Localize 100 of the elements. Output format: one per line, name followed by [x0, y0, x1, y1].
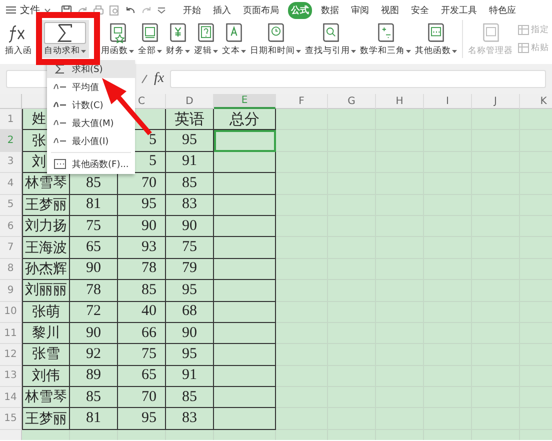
table-cell: 王梦丽 [22, 194, 70, 216]
ribbon-tab[interactable]: 视图 [378, 2, 402, 18]
table-cell: 66 [118, 322, 166, 344]
table-cell [214, 258, 276, 280]
table-cell: 93 [118, 237, 166, 259]
table-cell: 81 [70, 408, 118, 430]
table-cell [276, 173, 328, 195]
table-cell [214, 366, 276, 388]
column-header[interactable]: K [520, 94, 552, 109]
column-header[interactable]: J [472, 94, 520, 109]
ribbon-tab[interactable]: 开始 [180, 2, 204, 18]
ribbon-tab[interactable]: 开发工具 [438, 2, 480, 18]
active-cell[interactable] [214, 130, 276, 152]
table-cell: 王海波 [22, 237, 70, 259]
table-cell [214, 322, 276, 344]
column-header[interactable]: D [166, 94, 214, 109]
sigma-icon [55, 22, 75, 44]
table-cell: 总分 [214, 109, 276, 130]
table-cell: 95 [166, 130, 214, 152]
ribbon-button[interactable]: 文本 [221, 20, 247, 58]
table-cell: 91 [166, 366, 214, 388]
table-cell [376, 109, 424, 130]
table-cell [276, 152, 328, 174]
ribbon-button[interactable]: 自动求和 [41, 20, 89, 58]
table-cell: 95 [166, 280, 214, 302]
table-cell: 孙杰辉 [22, 258, 70, 280]
function-symbol-icon [53, 119, 67, 127]
table-cell [328, 109, 376, 130]
table-cell: 英语 [166, 109, 214, 130]
ribbon-tab[interactable]: 页面布局 [240, 2, 282, 18]
table-cell [214, 344, 276, 366]
sigma-icon [55, 64, 65, 74]
table-cell: 83 [166, 194, 214, 216]
table-cell: 刘伟 [22, 366, 70, 388]
ribbon-button[interactable]: 日期和时间 [249, 20, 302, 58]
table-cell [276, 194, 328, 216]
table-cell: 刘力扬 [22, 216, 70, 238]
table-cell: 95 [118, 408, 166, 430]
undo-icon[interactable] [125, 4, 136, 16]
table-cell: 72 [70, 302, 118, 323]
print-icon[interactable] [93, 4, 104, 16]
ribbon-tab[interactable]: 特色应 [486, 2, 519, 18]
ribbon-button[interactable]: 其他函数 [414, 20, 458, 58]
table-cell: 85 [166, 387, 214, 408]
function-symbol-icon [53, 137, 67, 145]
table-cell: 81 [70, 194, 118, 216]
table-cell: 75 [166, 237, 214, 259]
column-header[interactable]: F [276, 94, 328, 109]
cancel-icon[interactable] [140, 74, 148, 84]
table-cell [276, 237, 328, 259]
table-cell: 78 [118, 258, 166, 280]
paste-icon [518, 43, 529, 53]
ribbon-tab[interactable]: 数据 [318, 2, 342, 18]
table-cell: 79 [166, 258, 214, 280]
ribbon-button[interactable]: 全部 [137, 20, 163, 58]
table-cell: 90 [166, 216, 214, 238]
table-cell [424, 109, 472, 130]
table-cell [276, 387, 328, 408]
table-cell [214, 408, 276, 430]
table-icon [518, 25, 529, 35]
more-icon[interactable] [157, 4, 166, 16]
table-cell: 78 [70, 280, 118, 302]
column-header[interactable]: I [424, 94, 472, 109]
menu-icon[interactable] [6, 6, 16, 14]
caret-icon [44, 8, 51, 12]
menu-item[interactable]: 平均值 [47, 78, 105, 96]
formula-field[interactable] [170, 70, 546, 88]
table-cell [276, 366, 328, 388]
table-cell: 85 [70, 387, 118, 408]
table-cell: 75 [118, 344, 166, 366]
column-header[interactable]: H [376, 94, 424, 109]
ribbon-button[interactable]: 数学和三角 [359, 20, 412, 58]
table-cell [276, 109, 328, 130]
ribbon-button[interactable]: 查找与引用 [304, 20, 357, 58]
table-cell: 张萌 [22, 302, 70, 323]
table-cell: 65 [118, 366, 166, 388]
function-list-icon [54, 159, 66, 169]
ribbon-button[interactable]: 插入函 [4, 20, 33, 58]
table-cell: 张雪 [22, 344, 70, 366]
table-cell [214, 302, 276, 323]
ribbon-button[interactable]: 用函数 [100, 20, 135, 58]
ribbon-tab[interactable]: 插入 [210, 2, 234, 18]
table-cell: 90 [70, 258, 118, 280]
table-cell [276, 258, 328, 280]
column-header[interactable]: G [328, 94, 376, 109]
ribbon-button[interactable]: 财务 [165, 20, 191, 58]
table-cell: 林雪琴 [22, 387, 70, 408]
table-cell: 68 [166, 302, 214, 323]
table-cell: 90 [118, 216, 166, 238]
table-cell: 90 [166, 322, 214, 344]
ribbon-button[interactable]: 逻辑 [193, 20, 219, 58]
table-cell: 85 [166, 173, 214, 195]
ribbon-tab[interactable]: 安全 [408, 2, 432, 18]
table-cell: 91 [166, 152, 214, 174]
preview-icon[interactable] [109, 4, 120, 16]
table-cell [214, 152, 276, 174]
table-cell [276, 216, 328, 238]
ribbon-tab[interactable]: 审阅 [348, 2, 372, 18]
table-cell: 90 [70, 322, 118, 344]
function-button[interactable]: fx [154, 71, 164, 87]
